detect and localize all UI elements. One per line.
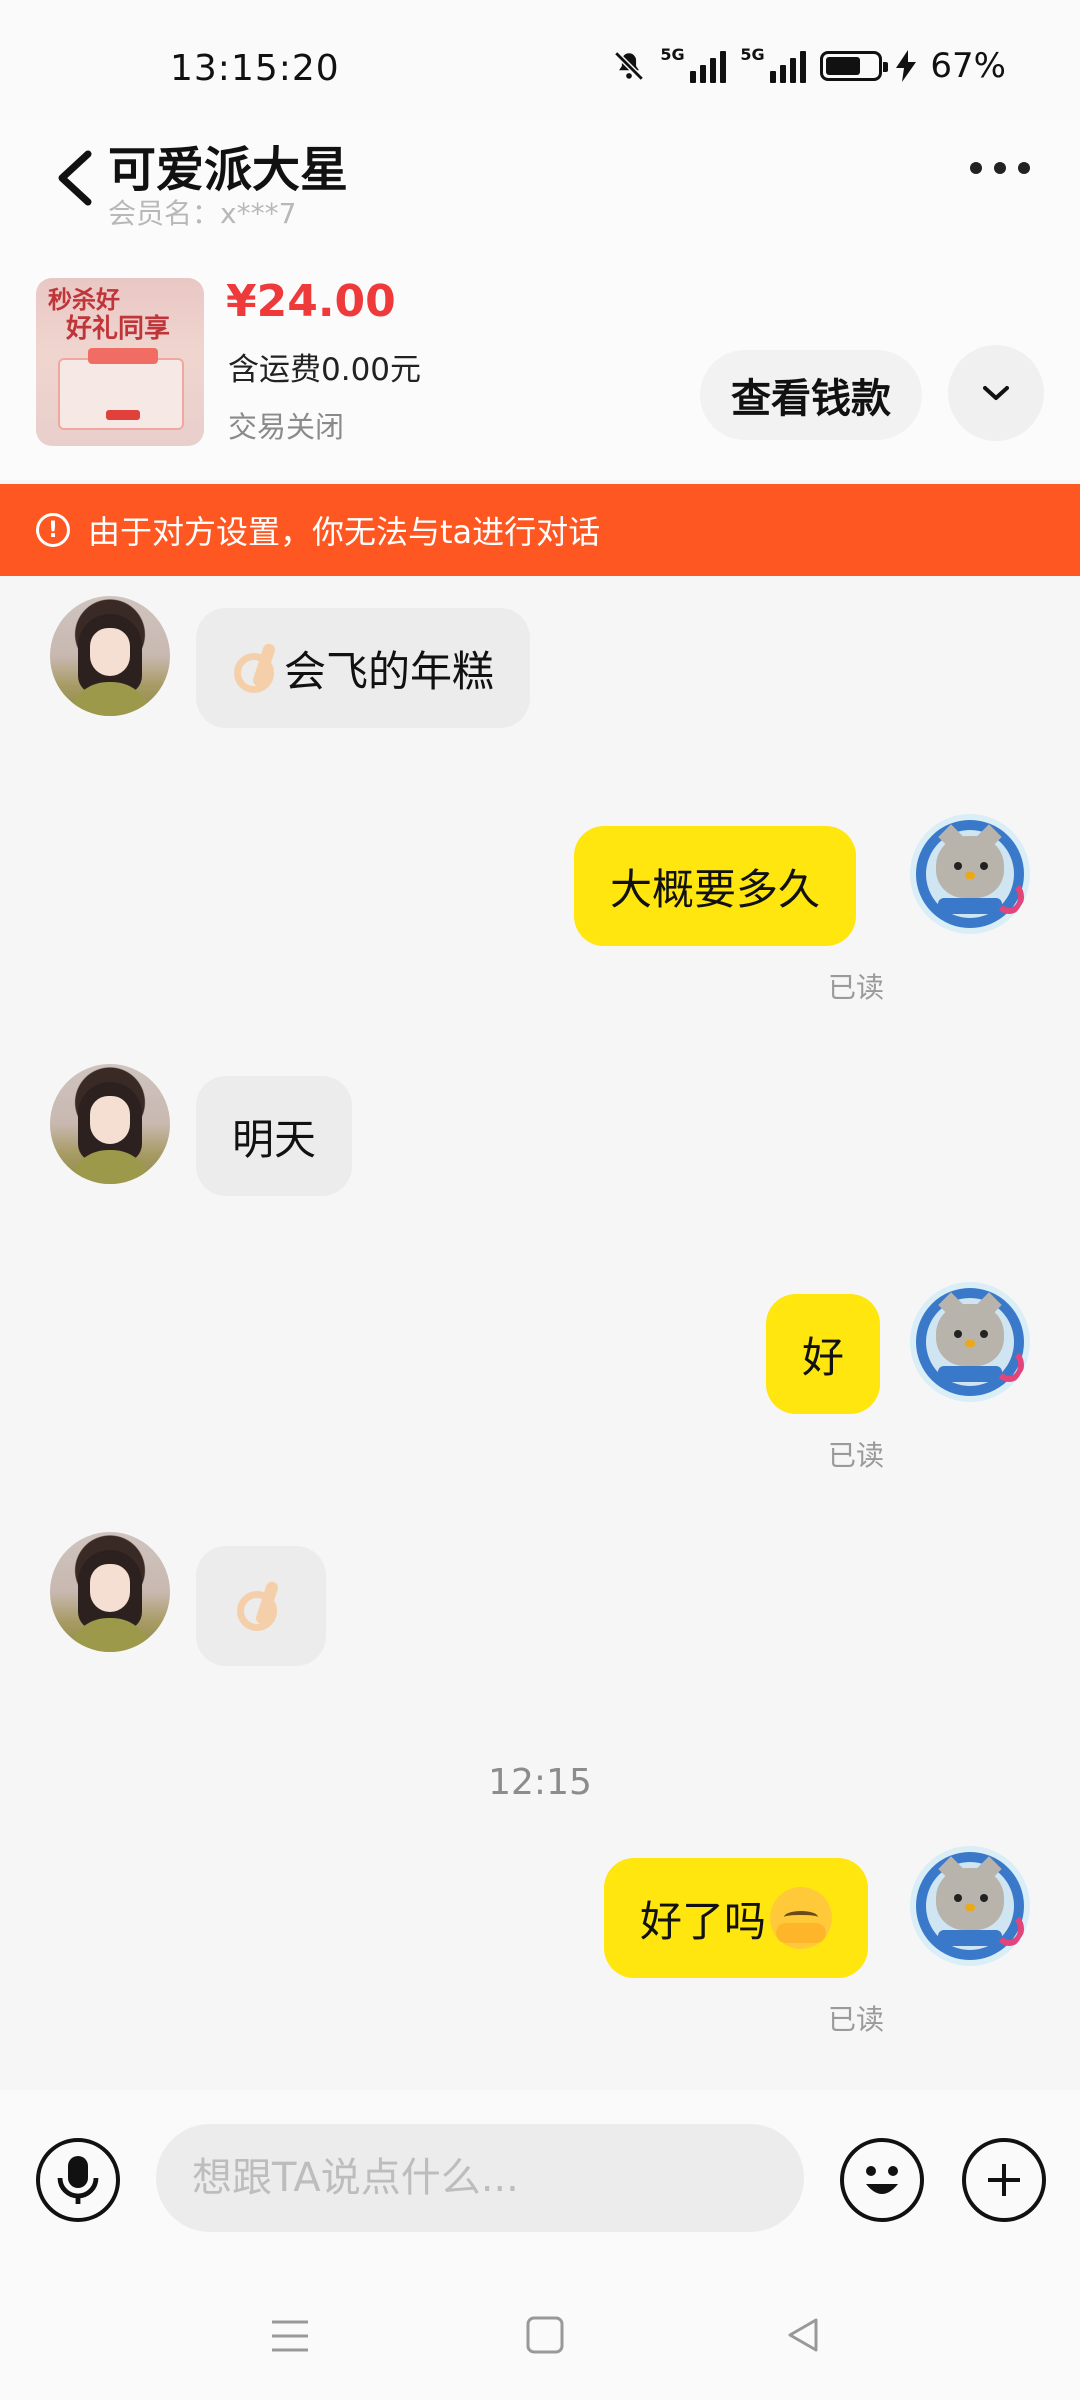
signal-icon-2: 5G: [740, 45, 807, 83]
battery-icon: [820, 51, 889, 81]
mute-bell-icon: [614, 51, 645, 81]
expand-button[interactable]: [948, 345, 1044, 441]
read-receipt: 已读: [828, 971, 885, 1004]
smiley-icon: [866, 2166, 898, 2194]
status-time: 13:15:20: [170, 48, 340, 89]
back-triangle-icon[interactable]: [782, 2314, 824, 2356]
my-avatar[interactable]: [910, 1846, 1030, 1966]
product-thumbnail[interactable]: 秒杀好 好礼同享: [36, 278, 204, 446]
member-name: 会员名：x***7: [108, 197, 297, 230]
chevron-down-icon: [983, 386, 1009, 400]
network-type-label: 5G: [660, 45, 685, 64]
chat-title: 可爱派大星: [108, 142, 349, 198]
home-icon[interactable]: [524, 2314, 566, 2356]
microphone-icon: [57, 2156, 99, 2204]
read-receipt: 已读: [828, 2003, 885, 2036]
message-bubble-received[interactable]: [196, 1546, 326, 1666]
battery-percent: 67%: [930, 46, 1006, 86]
message-text: 明天: [232, 1114, 317, 1164]
message-bubble-received[interactable]: 会飞的年糕: [196, 608, 531, 728]
emoji-button[interactable]: [840, 2138, 924, 2222]
message-text: 会飞的年糕: [284, 646, 495, 696]
menu-icon[interactable]: [268, 2316, 312, 2356]
message-bubble-sent[interactable]: 好: [766, 1294, 881, 1414]
message-text: 好: [802, 1332, 845, 1382]
charging-bolt-icon: [896, 50, 917, 82]
message-text: 大概要多久: [610, 864, 821, 914]
microphone-button[interactable]: [36, 2138, 120, 2222]
more-dots-icon[interactable]: [970, 162, 1030, 174]
message-bubble-received[interactable]: 明天: [196, 1076, 353, 1196]
network-type-label-2: 5G: [740, 45, 765, 64]
time-separator: 12:15: [488, 1762, 592, 1803]
shipping-fee: 含运费0.00元: [228, 352, 422, 388]
thumb-text-2: 好礼同享: [66, 314, 171, 344]
my-avatar[interactable]: [910, 814, 1030, 934]
plus-icon: [988, 2164, 1020, 2196]
read-receipt: 已读: [828, 1439, 885, 1472]
plus-button[interactable]: [962, 2138, 1046, 2222]
status-icons: 5G 5G 67%: [612, 45, 1006, 86]
message-input[interactable]: [156, 2124, 804, 2232]
message-text: 好了吗: [640, 1896, 767, 1946]
ok-hand-emoji: [235, 1581, 281, 1631]
blush-emoji: [770, 1887, 833, 1949]
trade-status: 交易关闭: [228, 410, 345, 444]
warning-circle-icon: !: [36, 513, 70, 547]
back-chevron-icon[interactable]: [52, 148, 96, 208]
ok-hand-emoji: [232, 643, 278, 693]
contact-avatar[interactable]: [50, 1532, 170, 1652]
product-price: ¥24.00: [226, 276, 396, 327]
blocked-banner: ! 由于对方设置，你无法与ta进行对话: [0, 484, 1080, 576]
banner-text: 由于对方设置，你无法与ta进行对话: [88, 513, 601, 551]
view-payment-button[interactable]: 查看钱款: [700, 350, 922, 440]
contact-avatar[interactable]: [50, 596, 170, 716]
contact-avatar[interactable]: [50, 1064, 170, 1184]
my-avatar[interactable]: [910, 1282, 1030, 1402]
message-bubble-sent[interactable]: 大概要多久: [574, 826, 857, 946]
message-bubble-sent[interactable]: 好了吗: [604, 1858, 869, 1978]
thumb-card: [58, 348, 184, 430]
signal-icon: 5G: [660, 45, 727, 83]
